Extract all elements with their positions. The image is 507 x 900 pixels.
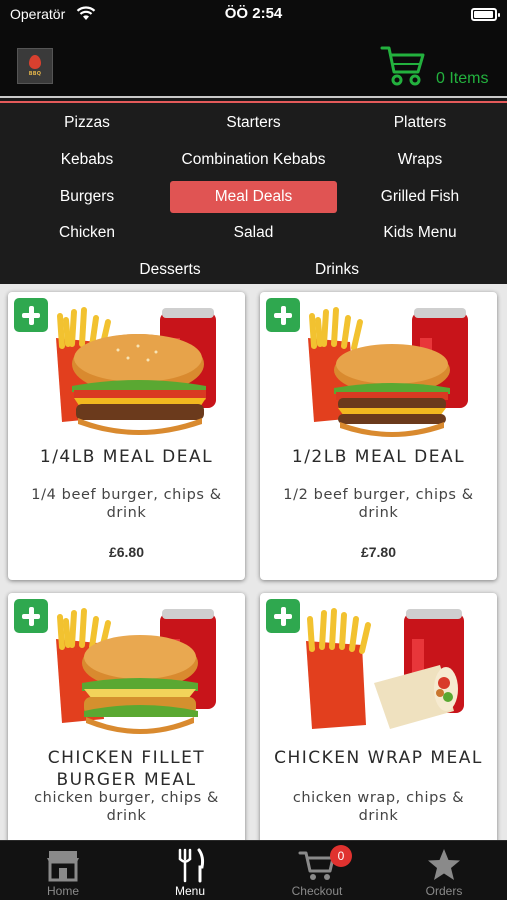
cart-items-count[interactable]: 0 Items [436,70,488,88]
tab-orders[interactable]: Orders [381,841,507,900]
category-desserts[interactable]: Desserts [103,254,237,286]
status-time: ÖÖ 2:54 [224,5,283,22]
product-description: 1/4 beef burger, chips & drink [31,487,222,521]
category-chicken[interactable]: Chicken [20,217,154,249]
category-meal-deals[interactable]: Meal Deals [170,181,337,213]
tab-label: Checkout [291,884,343,898]
burger-meal-image [308,307,468,437]
logo-text: BBQ [28,71,42,77]
burger-meal-image [56,307,216,435]
checkout-badge: 0 [330,845,352,867]
category-combination-kebabs[interactable]: Combination Kebabs [162,144,345,176]
plus-icon[interactable] [266,599,300,633]
plus-icon[interactable] [266,298,300,332]
category-pizzas[interactable]: Pizzas [20,107,154,139]
category-drinks[interactable]: Drinks [270,254,404,286]
product-description: 1/2 beef burger, chips & drink [283,487,474,521]
tab-menu[interactable]: Menu [127,841,253,900]
plus-icon[interactable] [14,298,48,332]
battery-icon [471,8,500,21]
tab-label: Home [46,884,79,898]
product-title: 1/2LB MEAL DEAL [291,447,466,467]
shopping-cart-icon[interactable] [380,44,426,88]
fork-knife-icon [178,848,205,883]
product-card[interactable]: 1/2LB MEAL DEAL 1/2 beef burger, chips &… [260,292,497,580]
plus-icon[interactable] [14,599,48,633]
status-bar: Operatör ÖÖ 2:54 [0,0,507,30]
category-starters[interactable]: Starters [170,107,337,139]
tab-label: Orders [425,884,463,898]
wrap-meal-image [306,608,464,729]
store-icon [47,851,79,882]
app-header: BBQ 0 Items [0,30,507,98]
category-menu: Pizzas Starters Platters Kebabs Combinat… [0,101,507,284]
star-icon [428,849,460,880]
category-kebabs[interactable]: Kebabs [20,144,154,176]
product-card[interactable]: 1/4LB MEAL DEAL 1/4 beef burger, chips &… [8,292,245,580]
restaurant-logo[interactable]: BBQ [17,48,53,84]
product-price: £7.80 [360,544,397,560]
category-grilled-fish[interactable]: Grilled Fish [353,181,487,213]
tab-home[interactable]: Home [0,841,126,900]
category-burgers[interactable]: Burgers [20,181,154,213]
product-grid: 1/4LB MEAL DEAL 1/4 beef burger, chips &… [0,284,507,840]
category-salad[interactable]: Salad [170,217,337,249]
category-kids-menu[interactable]: Kids Menu [353,217,487,249]
product-title: CHICKEN FILLET BURGER MEAL [47,748,206,790]
tab-label: Menu [174,884,206,898]
product-description: chicken wrap, chips & drink [292,790,465,824]
product-card[interactable]: CHICKEN WRAP MEAL chicken wrap, chips & … [260,593,497,840]
product-description: chicken burger, chips & drink [34,790,219,824]
chicken-burger-meal-image [56,608,216,734]
product-title: 1/4LB MEAL DEAL [39,447,214,467]
category-wraps[interactable]: Wraps [353,144,487,176]
tab-checkout[interactable]: Checkout [254,841,380,900]
flame-icon [29,55,41,69]
category-platters[interactable]: Platters [353,107,487,139]
product-title: CHICKEN WRAP MEAL [274,748,483,768]
bottom-tab-bar: Home Menu Checkout 0 Orders [0,840,507,900]
product-price: £6.80 [108,544,145,560]
product-card[interactable]: CHICKEN FILLET BURGER MEAL chicken burge… [8,593,245,840]
